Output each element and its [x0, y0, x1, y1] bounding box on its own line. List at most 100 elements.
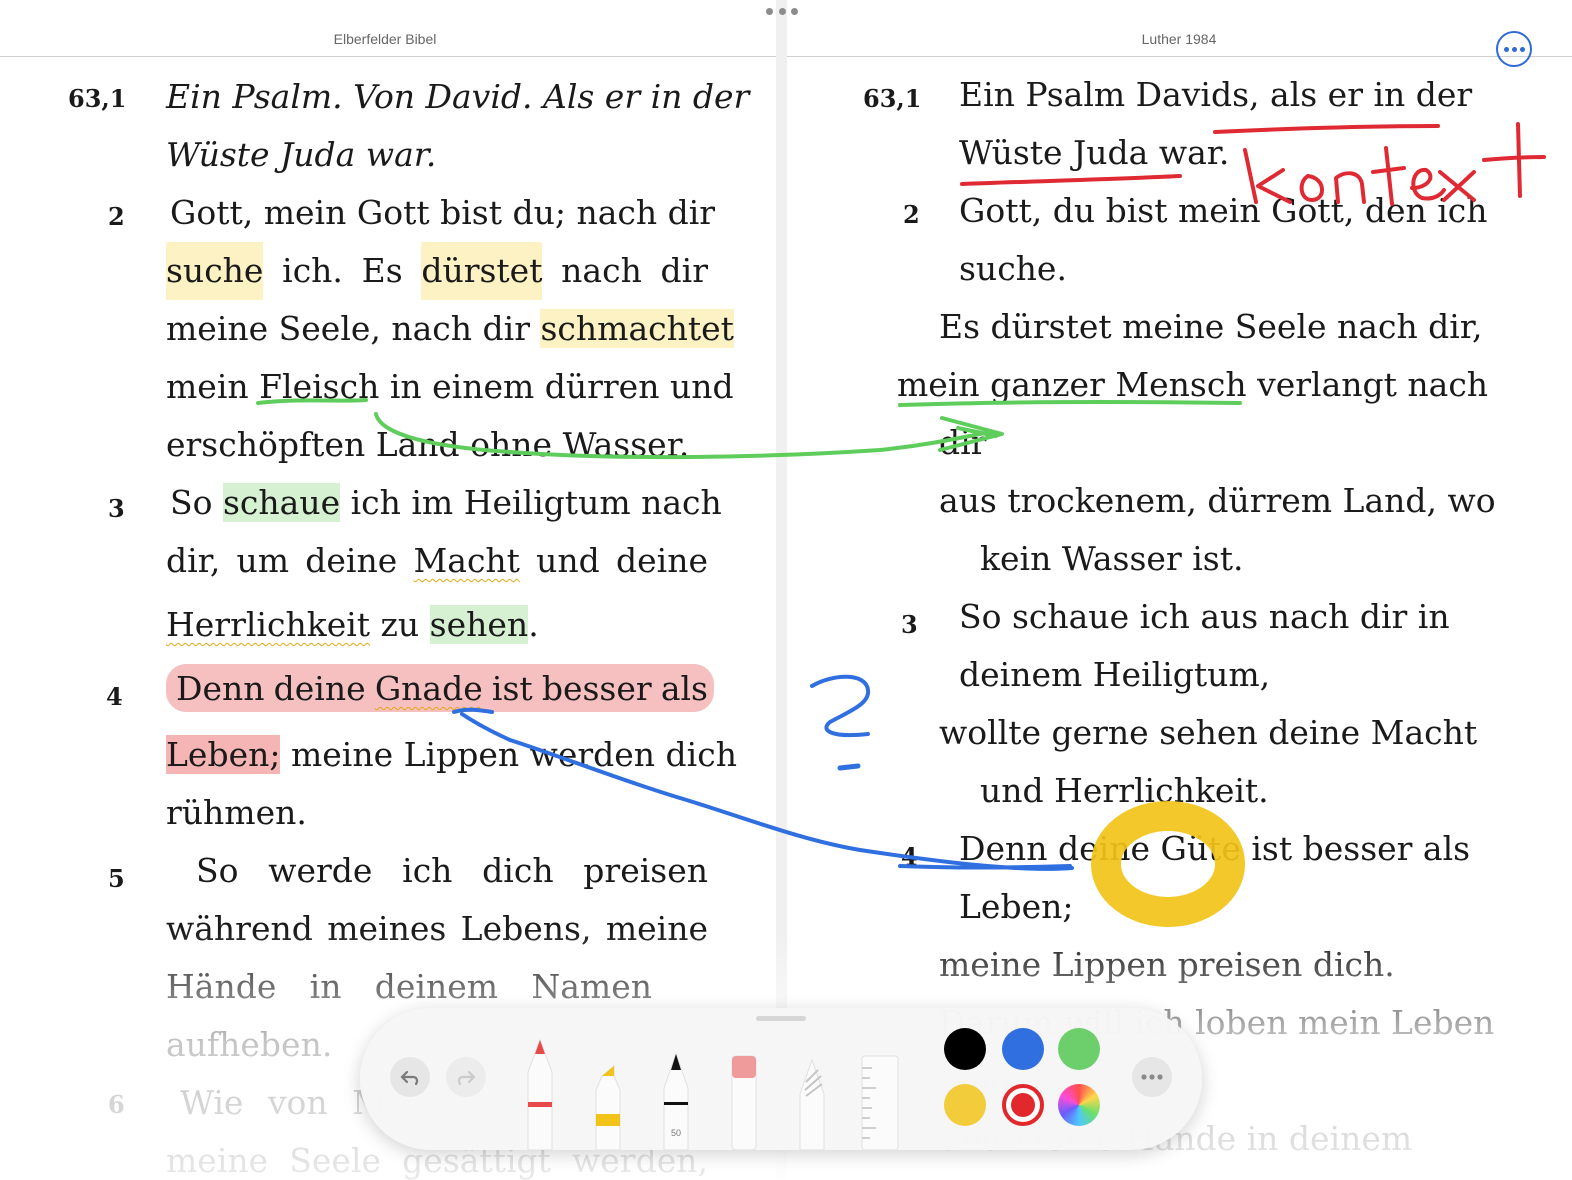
word: während: [166, 909, 313, 948]
verse-text[interactable]: Gott, du bist mein Gott, den ich: [959, 182, 1488, 240]
word: ich.: [282, 251, 343, 290]
verse-text[interactable]: So schaue ich im Heiligtum nach: [170, 474, 722, 532]
verse-text[interactable]: Gott, mein Gott bist du; nach dir: [170, 184, 715, 242]
verse-text[interactable]: suche.: [959, 240, 1067, 298]
word: als: [660, 669, 708, 708]
right-bible-pane[interactable]: 63,1 Ein Psalm Davids, als er in der Wüs…: [787, 0, 1572, 1180]
verse-text[interactable]: deinem Heiligtum,: [959, 646, 1270, 704]
word: und: [536, 541, 600, 580]
verse-text[interactable]: Denn deine Gnade ist besser als: [176, 660, 708, 718]
word: meine: [605, 909, 708, 948]
highlight-word[interactable]: suche: [166, 242, 264, 300]
squiggle-word[interactable]: Macht: [413, 532, 519, 590]
verse-number: 5: [108, 864, 125, 893]
verse-number: 4: [106, 682, 123, 711]
color-picker-wheel-icon[interactable]: [1058, 1084, 1100, 1126]
verse-number: 2: [108, 202, 125, 231]
verse-text[interactable]: Es dürstet meine Seele nach dir,: [939, 298, 1483, 356]
highlight-word[interactable]: Leben;: [166, 735, 281, 774]
word: dich: [482, 851, 554, 890]
selected-color-dot: [1011, 1093, 1035, 1117]
redo-icon[interactable]: [446, 1057, 486, 1097]
verse-text[interactable]: Ein Psalm. Von David. Als er in der: [166, 68, 749, 126]
verse-text[interactable]: Denn deine Güte ist besser als: [959, 820, 1470, 878]
ellipsis-icon[interactable]: [1132, 1057, 1172, 1097]
ellipsis-circle-icon[interactable]: [1496, 31, 1532, 67]
verse-text[interactable]: mein Fleisch in einem dürren und: [166, 358, 734, 416]
word: in: [309, 967, 342, 1006]
color-blue-swatch[interactable]: [1002, 1028, 1044, 1070]
squiggle-word[interactable]: Herrlichkeit: [166, 605, 370, 644]
text-run: ich im Heiligtum nach: [340, 483, 722, 522]
verse-number: 2: [903, 200, 920, 229]
verse-text[interactable]: während meines Lebens, meine: [166, 900, 708, 958]
word: dir,: [166, 541, 221, 580]
word: preisen: [583, 851, 708, 890]
verse-text[interactable]: rühmen.: [166, 784, 307, 842]
highlight-word[interactable]: dürstet: [421, 242, 543, 300]
verse-text[interactable]: suche ich. Es dürstet nach dir: [166, 242, 708, 300]
verse-text[interactable]: Ein Psalm Davids, als er in der: [959, 66, 1472, 124]
left-bible-pane[interactable]: 63,1 Ein Psalm. Von David. Als er in der…: [0, 0, 776, 1180]
color-yellow-swatch[interactable]: [944, 1084, 986, 1126]
verse-text[interactable]: aufheben.: [166, 1016, 332, 1074]
word: besser: [541, 669, 652, 708]
pen-icon[interactable]: [524, 1032, 556, 1151]
ruler-icon[interactable]: [860, 1054, 900, 1151]
text-run: meine Lippen werden dich: [280, 735, 737, 774]
verse-text[interactable]: aus trockenem, dürrem Land, wo: [939, 472, 1496, 530]
verse-text[interactable]: Wüste Juda war.: [959, 124, 1229, 182]
word: ist: [491, 669, 533, 708]
text-run: .: [528, 605, 539, 644]
word: deine: [273, 669, 366, 708]
highlight-word[interactable]: schmachtet: [540, 309, 734, 348]
word: Denn: [176, 669, 265, 708]
verse-text[interactable]: und Herrlichkeit.: [980, 762, 1269, 820]
verse-number: 3: [108, 494, 125, 523]
verse-text[interactable]: wollte gerne sehen deine Macht: [939, 704, 1477, 762]
word: meine: [166, 1141, 269, 1180]
verse-text[interactable]: Herrlichkeit zu sehen.: [166, 596, 539, 654]
text-run: meine Seele, nach dir: [166, 309, 541, 348]
color-black-swatch[interactable]: [944, 1028, 986, 1070]
verse-number: 4: [901, 842, 918, 871]
lasso-icon[interactable]: [796, 1054, 828, 1151]
word: meines: [327, 909, 447, 948]
pencil-size-label: 50: [671, 1128, 681, 1138]
verse-text[interactable]: So schaue ich aus nach dir in: [959, 588, 1450, 646]
undo-icon[interactable]: [390, 1057, 430, 1097]
pencil-icon[interactable]: 50: [660, 1048, 692, 1151]
verse-text[interactable]: mein ganzer Mensch verlangt nach: [897, 356, 1488, 414]
verse-number: 63,1: [863, 84, 922, 113]
verse-text[interactable]: meine Seele, nach dir schmachtet: [166, 300, 734, 358]
color-green-swatch[interactable]: [1058, 1028, 1100, 1070]
text-run: So: [170, 483, 223, 522]
verse-text[interactable]: erschöpften Land ohne Wasser.: [166, 416, 689, 474]
verse-text[interactable]: Leben;: [959, 878, 1073, 936]
verse-text[interactable]: Wüste Juda war.: [166, 126, 436, 184]
verse-text[interactable]: kein Wasser ist.: [980, 530, 1243, 588]
word: ich: [402, 851, 453, 890]
highlight-word[interactable]: sehen: [429, 605, 529, 644]
verse-text[interactable]: meine Lippen preisen dich.: [939, 936, 1395, 994]
toolbar-drag-handle[interactable]: [756, 1016, 806, 1021]
text-run: zu: [370, 605, 430, 644]
word: Seele: [289, 1141, 382, 1180]
verse-text[interactable]: dir: [939, 414, 986, 472]
highlight-word[interactable]: schaue: [222, 483, 341, 522]
verse-text[interactable]: So werde ich dich preisen: [196, 842, 708, 900]
color-red-swatch-selected[interactable]: [1002, 1084, 1044, 1126]
eraser-icon[interactable]: [728, 1052, 760, 1151]
word: deine: [616, 541, 708, 580]
word: werde: [268, 851, 373, 890]
verse-text[interactable]: Wie von M: [180, 1074, 386, 1132]
word: um: [236, 541, 290, 580]
verse-number: 3: [901, 610, 918, 639]
verse-text[interactable]: Leben; meine Lippen werden dich: [166, 726, 737, 784]
markup-toolbar: 50: [360, 1008, 1202, 1151]
highlighter-icon[interactable]: [592, 1058, 624, 1151]
split-divider[interactable]: [776, 0, 787, 1180]
squiggle-word[interactable]: Gnade: [375, 660, 483, 718]
verse-text[interactable]: dir, um deine Macht und deine: [166, 532, 708, 590]
word: Es: [361, 251, 403, 290]
